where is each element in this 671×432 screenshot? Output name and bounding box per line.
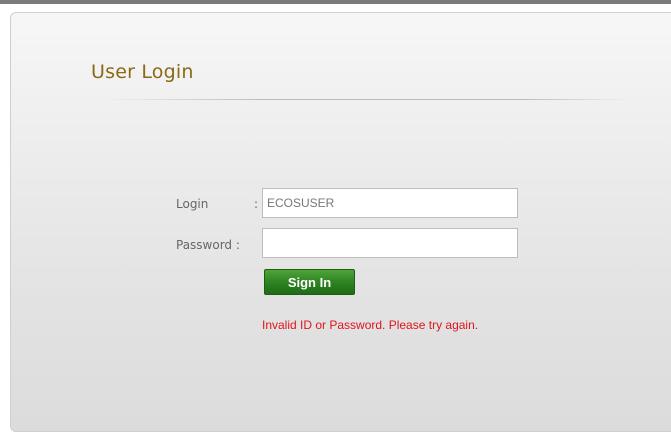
- password-input[interactable]: [262, 228, 518, 258]
- password-label: Password :: [176, 238, 240, 252]
- sign-in-button[interactable]: Sign In: [264, 269, 355, 295]
- top-border: [0, 0, 671, 4]
- login-label-colon: :: [254, 197, 259, 211]
- title-divider: [101, 99, 631, 100]
- login-input[interactable]: [262, 188, 518, 218]
- error-message: Invalid ID or Password. Please try again…: [262, 318, 479, 332]
- login-label: Login: [176, 197, 209, 211]
- page-title: User Login: [91, 61, 194, 83]
- login-panel: User Login Login : Password : Sign In In…: [10, 12, 671, 432]
